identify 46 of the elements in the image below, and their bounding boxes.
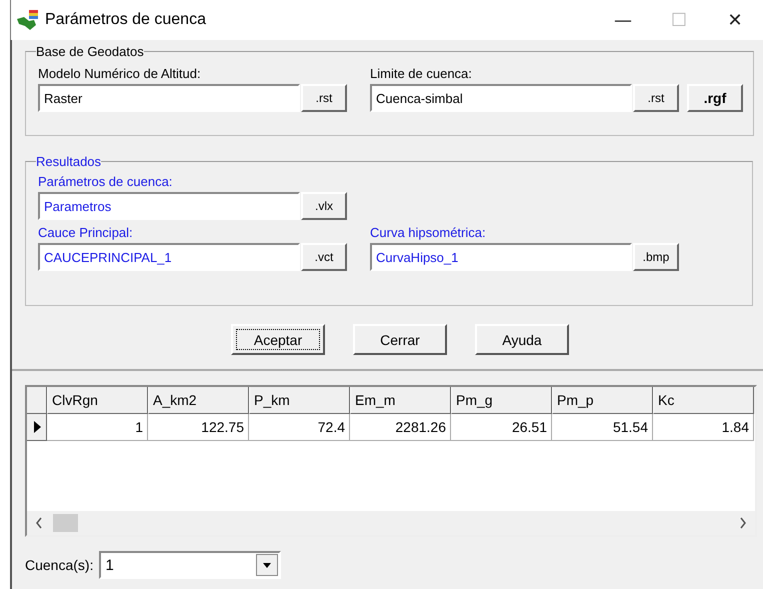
field-label: Limite de cuenca:: [370, 66, 473, 81]
column-header[interactable]: A_km2: [148, 387, 249, 414]
extension-button[interactable]: .vct: [301, 243, 347, 271]
column-header[interactable]: Pm_g: [451, 387, 552, 414]
column-header[interactable]: P_km: [249, 387, 350, 414]
table-cell: 2281.26: [350, 414, 451, 441]
dialog-button[interactable]: Ayuda: [475, 324, 569, 355]
field-label: Curva hipsométrica:: [370, 225, 487, 240]
current-row-icon: [32, 421, 40, 433]
extension-button[interactable]: .rst: [633, 84, 679, 112]
column-header[interactable]: Pm_p: [552, 387, 653, 414]
extension-button[interactable]: .rgf: [687, 84, 743, 112]
extension-button[interactable]: .rst: [301, 84, 347, 112]
table-cell: 122.75: [148, 414, 249, 441]
table-cell: 26.51: [451, 414, 552, 441]
column-header[interactable]: ClvRgn: [47, 387, 148, 414]
table-cell: 51.54: [552, 414, 653, 441]
input-field[interactable]: CAUCEPRINCIPAL_1: [38, 243, 300, 271]
close-button[interactable]: ✕: [707, 4, 763, 36]
dropdown-arrow-icon: [263, 562, 272, 568]
scroll-left-icon[interactable]: [35, 517, 43, 529]
field-label: Parámetros de cuenca:: [38, 174, 174, 189]
input-field[interactable]: Raster: [38, 84, 300, 112]
table-cell: 1.84: [653, 414, 754, 441]
scroll-thumb[interactable]: [53, 514, 78, 532]
field-label: Cuenca(s):: [25, 557, 94, 573]
field-label: Modelo Numérico de Altitud:: [38, 66, 202, 81]
table-cell: 1: [47, 414, 148, 441]
scroll-right-icon[interactable]: [739, 517, 747, 529]
window-title: Parámetros de cuenca: [45, 11, 206, 29]
input-field[interactable]: CurvaHipso_1: [370, 243, 632, 271]
dialog-button[interactable]: Aceptar: [231, 324, 325, 355]
group-title: Resultados: [36, 154, 102, 169]
input-field[interactable]: Cuenca-simbal: [370, 84, 632, 112]
row-header[interactable]: [27, 414, 47, 441]
dialog-button[interactable]: Cerrar: [353, 324, 447, 355]
extension-button[interactable]: .bmp: [633, 243, 679, 271]
minimize-button[interactable]: —: [595, 4, 651, 36]
input-field[interactable]: Parametros: [38, 192, 300, 220]
table-cell: 72.4: [249, 414, 350, 441]
field-label: Cauce Principal:: [38, 225, 134, 240]
group-title: Base de Geodatos: [36, 44, 144, 59]
basin-dropdown[interactable]: 1: [99, 551, 282, 579]
column-header[interactable]: Kc: [653, 387, 754, 414]
column-header[interactable]: Em_m: [350, 387, 451, 414]
extension-button[interactable]: .vlx: [301, 192, 347, 220]
